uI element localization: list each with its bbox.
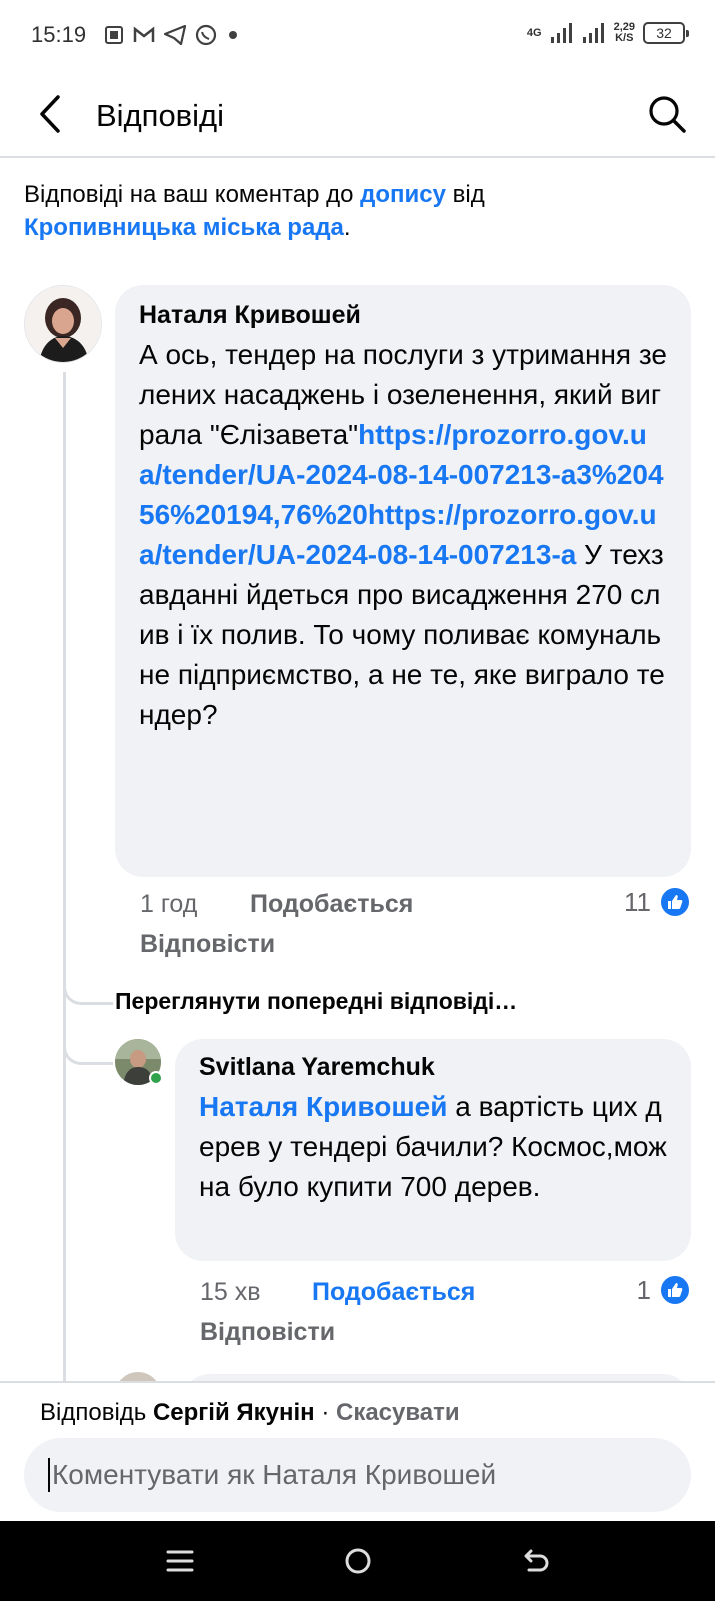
back-nav-icon — [524, 1549, 549, 1572]
comment-placeholder: Коментувати як Наталя Кривошей — [52, 1459, 497, 1490]
battery-icon: 32 — [643, 22, 689, 44]
replies-intro: Відповіді на ваш коментар до допису від … — [24, 178, 684, 244]
search-button[interactable] — [643, 90, 691, 138]
cancel-reply-button[interactable]: Скасувати — [336, 1399, 460, 1426]
signal-icon — [582, 23, 604, 43]
system-nav-bar — [0, 1521, 715, 1601]
battery-level: 32 — [656, 25, 672, 41]
sim-icon — [105, 26, 123, 44]
like-count: 11 — [624, 886, 651, 917]
thread-connector — [63, 960, 113, 1005]
back-arrow-icon — [40, 95, 60, 133]
dot-icon — [229, 31, 237, 39]
whatsapp-icon — [195, 24, 217, 46]
thread-line — [63, 372, 66, 1382]
like-count: 1 — [636, 1274, 651, 1305]
network-type: 4G — [526, 26, 542, 39]
comment-time: 1 год — [140, 890, 198, 918]
comment-bubble[interactable]: Svitlana Yaremchuk Наталя Кривошей а вар… — [175, 1039, 691, 1261]
comment-author[interactable]: Svitlana Yaremchuk — [199, 1051, 669, 1083]
page-link[interactable]: Кропивницька міська рада — [24, 214, 344, 241]
page-title: Відповіді — [96, 98, 225, 133]
comment-author[interactable]: Наталя Кривошей — [139, 299, 669, 331]
search-icon — [649, 96, 686, 133]
back-button[interactable] — [28, 92, 72, 136]
thumbs-up-icon — [659, 1274, 691, 1306]
reaction-count[interactable]: 1 — [637, 1274, 691, 1306]
replying-to: Відповідь Сергій Якунін · Скасувати — [40, 1399, 460, 1427]
reply-target: Сергій Якунін — [152, 1399, 315, 1426]
clock: 15:19 — [31, 22, 87, 47]
status-bar: 15:19 4G 2,29 K/S 32 — [0, 0, 715, 72]
gmail-icon — [133, 26, 155, 42]
mention-link[interactable]: Наталя Кривошей — [199, 1091, 447, 1122]
post-link[interactable]: допису — [360, 181, 446, 208]
thread-connector — [63, 1020, 113, 1065]
comment-time: 15 хв — [200, 1278, 261, 1306]
profile-photo — [25, 286, 101, 362]
comment-text: А ось, тендер на послуги з утримання зел… — [139, 335, 669, 735]
text-caret — [48, 1458, 50, 1492]
avatar[interactable] — [115, 1039, 163, 1085]
reply-button[interactable]: Відповісти — [200, 1318, 335, 1346]
top-header: Відповіді — [0, 72, 715, 158]
home-button[interactable] — [338, 1541, 378, 1581]
reply-button[interactable]: Відповісти — [140, 930, 275, 958]
comment-text: Наталя Кривошей а вартість цих дерев у т… — [199, 1087, 669, 1207]
avatar[interactable] — [24, 285, 102, 363]
signal-icon — [550, 23, 572, 43]
intro-text: від — [445, 181, 485, 208]
reply-composer: Відповідь Сергій Якунін · Скасувати Коме… — [0, 1381, 715, 1521]
back-nav-button[interactable] — [516, 1541, 556, 1581]
reply-prefix: Відповідь — [40, 1399, 153, 1426]
like-button[interactable]: Подобається — [312, 1278, 475, 1306]
data-speed: 2,29 K/S — [614, 22, 635, 44]
separator: · — [314, 1399, 336, 1426]
telegram-icon — [164, 25, 186, 45]
system-icons: 4G 2,29 K/S 32 — [526, 22, 689, 44]
home-icon — [345, 1548, 371, 1574]
intro-text: Відповіді на ваш коментар до — [24, 181, 361, 208]
speed-unit: K/S — [615, 32, 634, 44]
reaction-count[interactable]: 11 — [624, 886, 691, 918]
menu-button[interactable] — [160, 1541, 200, 1581]
view-previous-replies[interactable]: Переглянути попередні відповіді… — [115, 988, 517, 1015]
online-status-indicator — [149, 1071, 163, 1085]
thumbs-up-icon — [659, 886, 691, 918]
intro-text: . — [343, 214, 351, 241]
like-button[interactable]: Подобається — [250, 890, 413, 918]
comment-bubble[interactable]: Наталя Кривошей А ось, тендер на послуги… — [115, 285, 691, 877]
comment-input[interactable]: Коментувати як Наталя Кривошей — [24, 1438, 691, 1512]
menu-icon — [166, 1550, 194, 1572]
notification-icons — [104, 24, 240, 46]
